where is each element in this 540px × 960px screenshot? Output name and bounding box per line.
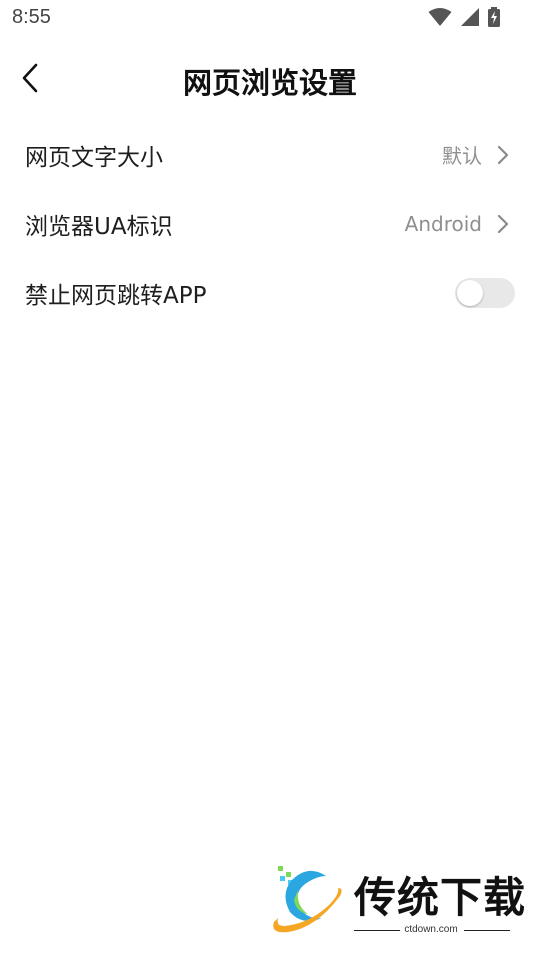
- toggle-knob: [457, 279, 483, 306]
- battery-charging-icon: [488, 7, 500, 27]
- brand-logo-icon: [273, 866, 342, 933]
- setting-label-block-app-jump: 禁止网页跳转APP: [25, 282, 207, 309]
- status-time: 8:55: [12, 6, 51, 28]
- status-bar: 8:55: [0, 0, 540, 36]
- watermark: 传统下载 ctdown.com: [268, 862, 525, 942]
- wifi-icon: [428, 8, 452, 26]
- page-title: 网页浏览设置: [182, 66, 357, 100]
- setting-row-user-agent[interactable]: 浏览器UA标识 Android: [0, 189, 540, 258]
- setting-label-user-agent: 浏览器UA标识: [25, 213, 173, 240]
- setting-label-font-size: 网页文字大小: [25, 144, 163, 171]
- block-app-jump-toggle[interactable]: [455, 277, 515, 308]
- watermark-line-right: [464, 930, 510, 931]
- signal-icon: [461, 8, 479, 26]
- watermark-brand: 传统下载: [354, 873, 527, 922]
- status-icons: [428, 7, 500, 27]
- setting-row-block-app-jump: 禁止网页跳转APP: [0, 258, 540, 327]
- chevron-right-icon: [497, 145, 509, 165]
- settings-list: 网页文字大小 默认 浏览器UA标识 Android 禁止网页跳转APP: [0, 120, 540, 327]
- setting-row-font-size[interactable]: 网页文字大小 默认: [0, 120, 540, 189]
- setting-value-font-size: 默认: [442, 144, 482, 168]
- top-bar: 网页浏览设置: [0, 44, 540, 114]
- chevron-right-icon: [497, 214, 509, 234]
- setting-value-user-agent: Android: [404, 211, 482, 236]
